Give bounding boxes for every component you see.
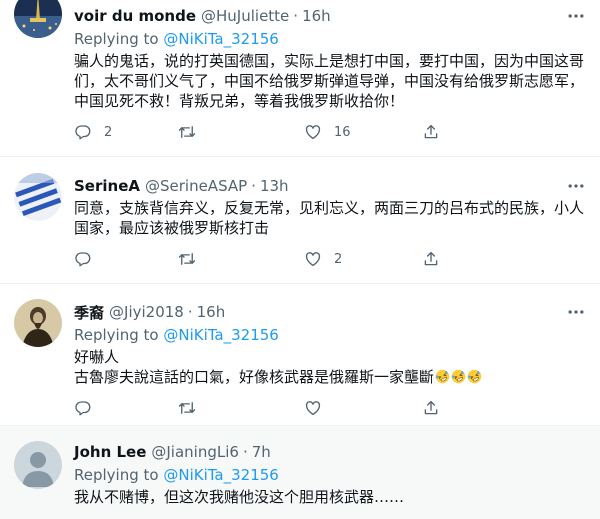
rolling-laughing-emoji-icon: [451, 369, 466, 384]
like-button[interactable]: [304, 399, 422, 417]
separator: ·: [251, 177, 256, 195]
mention-link[interactable]: @NiKiTa_32156: [163, 466, 278, 484]
tweet-text: 好嚇人 古魯廖夫說這話的口氣，好像核武器是俄羅斯一家壟斷: [74, 347, 586, 387]
tweet[interactable]: SerineA @SerineASAP · 13h 同意，支族背信弃义，反复无常…: [0, 157, 600, 284]
retweet-icon: [178, 250, 196, 268]
reply-button[interactable]: 2: [74, 123, 178, 141]
display-name[interactable]: John Lee: [74, 443, 146, 461]
rolling-laughing-emoji-icon: [467, 369, 482, 384]
separator: ·: [242, 443, 248, 461]
share-button[interactable]: [422, 123, 440, 141]
replying-to-label: Replying to: [74, 326, 164, 344]
tweet-text: 同意，支族背信弃义，反复无常，见利忘义，两面三刀的吕布式的民族，小人国家，最应该…: [74, 199, 585, 237]
replying-to-label: Replying to: [74, 466, 164, 484]
tweet-text: 我从不赌博，但这次我赌他没这个胆用核武器……: [74, 488, 405, 506]
reply-button[interactable]: [74, 399, 178, 417]
mention-link[interactable]: @NiKiTa_32156: [163, 30, 278, 48]
display-name[interactable]: 季裔: [74, 302, 104, 323]
retweet-icon: [178, 123, 196, 141]
retweet-button[interactable]: [178, 399, 304, 417]
more-options-icon[interactable]: [566, 8, 586, 24]
avatar[interactable]: [14, 173, 62, 221]
reply-count: 2: [104, 124, 113, 140]
rolling-laughing-emoji-icon: [435, 369, 450, 384]
mention-link[interactable]: @NiKiTa_32156: [163, 326, 278, 344]
share-icon: [422, 399, 440, 417]
replying-to-label: Replying to: [74, 30, 164, 48]
more-options-icon[interactable]: [566, 178, 586, 194]
tweet[interactable]: voir du monde @HuJuliette · 16h Replying…: [0, 0, 600, 157]
like-button[interactable]: 2: [304, 250, 422, 268]
tweet-text-line: 好嚇人: [74, 348, 120, 366]
action-bar: [74, 398, 586, 418]
replying-to: Replying to @NiKiTa_32156: [74, 29, 586, 49]
action-bar: 2 16: [74, 122, 586, 142]
separator: ·: [293, 7, 299, 25]
share-icon: [422, 123, 440, 141]
user-handle[interactable]: @Jiyi2018: [109, 303, 184, 321]
retweet-icon: [178, 399, 196, 417]
like-count: 2: [334, 251, 343, 267]
timestamp[interactable]: 13h: [260, 177, 289, 195]
tweet-text: 骗人的鬼话，说的打英国德国，实际上是想打中国，要打中国，因为中国这哥们，太不哥们…: [74, 52, 585, 110]
share-icon: [422, 250, 440, 268]
tweet[interactable]: John Lee @JianingLi6 · 7h Replying to @N…: [0, 426, 600, 519]
user-handle[interactable]: @HuJuliette: [201, 7, 289, 25]
display-name[interactable]: SerineA: [74, 177, 140, 195]
retweet-button[interactable]: [178, 250, 304, 268]
separator: ·: [187, 303, 193, 321]
timestamp[interactable]: 16h: [197, 303, 226, 321]
user-handle[interactable]: @SerineASAP: [145, 177, 247, 195]
like-count: 16: [334, 124, 351, 140]
reply-icon: [74, 250, 92, 268]
tweet-header: voir du monde @HuJuliette · 16h: [74, 6, 586, 26]
tweet-header: 季裔 @Jiyi2018 · 16h: [74, 302, 586, 322]
like-icon: [304, 250, 322, 268]
like-icon: [304, 399, 322, 417]
like-button[interactable]: 16: [304, 123, 422, 141]
tweet-header: John Lee @JianingLi6 · 7h: [74, 442, 586, 462]
replying-to: Replying to @NiKiTa_32156: [74, 325, 586, 345]
reply-icon: [74, 123, 92, 141]
replying-to: Replying to @NiKiTa_32156: [74, 465, 586, 485]
avatar[interactable]: [14, 299, 62, 347]
reply-button[interactable]: [74, 250, 178, 268]
display-name[interactable]: voir du monde: [74, 7, 196, 25]
tweet[interactable]: 季裔 @Jiyi2018 · 16h Replying to @NiKiTa_3…: [0, 284, 600, 426]
timestamp[interactable]: 16h: [302, 7, 331, 25]
action-bar: 2: [74, 249, 586, 269]
more-options-icon[interactable]: [566, 304, 586, 320]
share-button[interactable]: [422, 250, 440, 268]
tweet-text-line-with-emoji: 古魯廖夫說這話的口氣，好像核武器是俄羅斯一家壟斷: [74, 367, 586, 387]
like-icon: [304, 123, 322, 141]
tweet-text-line: 古魯廖夫說這話的口氣，好像核武器是俄羅斯一家壟斷: [74, 368, 435, 386]
timestamp[interactable]: 7h: [252, 443, 271, 461]
retweet-button[interactable]: [178, 123, 304, 141]
avatar[interactable]: [14, 441, 62, 489]
avatar[interactable]: [14, 0, 62, 38]
user-handle[interactable]: @JianingLi6: [151, 443, 239, 461]
tweet-header: SerineA @SerineASAP · 13h: [74, 176, 586, 196]
share-button[interactable]: [422, 399, 440, 417]
reply-icon: [74, 399, 92, 417]
